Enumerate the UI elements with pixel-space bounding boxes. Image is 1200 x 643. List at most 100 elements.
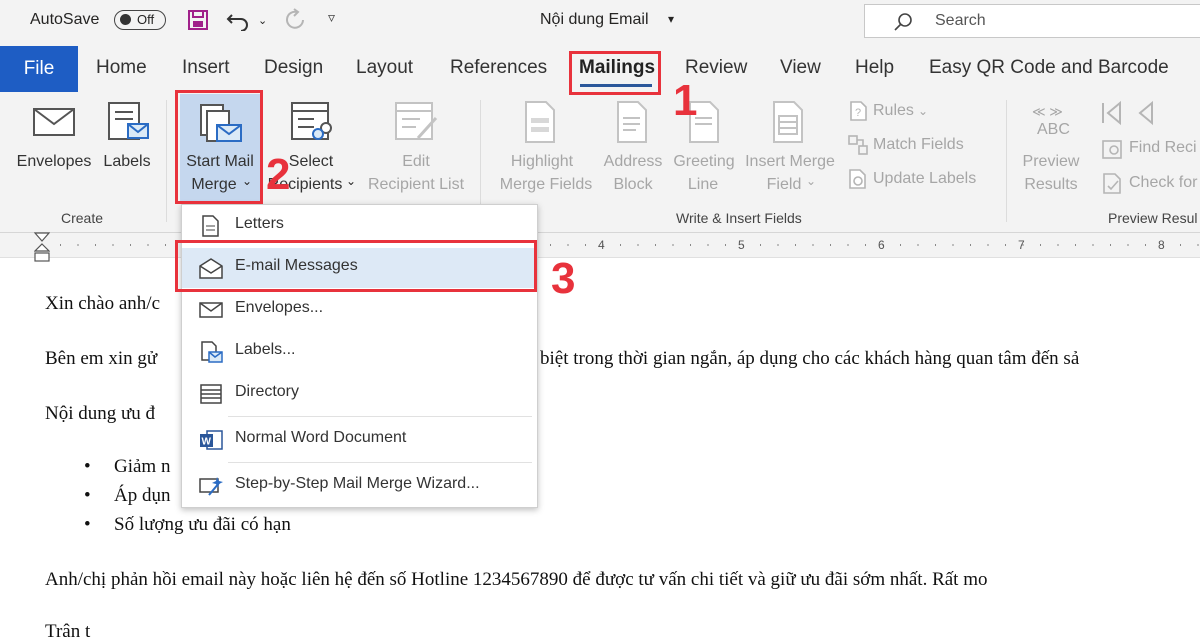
menu-item-mail-merge-wizard[interactable]: Step-by-Step Mail Merge Wizard... — [182, 466, 537, 506]
highlight-merge-fields-line2[interactable]: Merge Fields — [492, 173, 600, 196]
autosave-toggle[interactable]: Off — [114, 10, 166, 30]
rules-button[interactable]: Rules — [873, 102, 914, 120]
ruler-tick — [95, 244, 96, 246]
ruler-number: 8 — [1158, 238, 1165, 252]
edit-recipient-list-line1[interactable]: Edit — [376, 150, 456, 173]
ruler-number: 7 — [1018, 238, 1025, 252]
ruler-tick — [777, 244, 779, 246]
word-icon: W — [200, 430, 223, 450]
tab-design[interactable]: Design — [264, 57, 323, 79]
ruler-tick — [865, 244, 866, 246]
ruler-tick — [935, 244, 936, 246]
match-fields-button[interactable]: Match Fields — [873, 136, 964, 154]
bullet-item: Áp dụn — [114, 485, 171, 506]
tab-easy-qr[interactable]: Easy QR Code and Barcode — [929, 57, 1169, 79]
toggle-knob — [120, 14, 131, 25]
save-icon[interactable] — [187, 9, 209, 31]
envelopes-button[interactable]: Envelopes — [12, 150, 96, 173]
edit-recipient-list-line2[interactable]: Recipient List — [362, 173, 470, 196]
check-for-errors-button[interactable]: Check for — [1129, 174, 1197, 192]
ruler-tick — [1075, 244, 1076, 246]
ruler-tick — [130, 244, 131, 246]
greeting-line-line2[interactable]: Line — [680, 173, 726, 196]
customize-toolbar-icon[interactable]: ▿ — [328, 9, 335, 26]
tab-references[interactable]: References — [450, 57, 547, 79]
ruler-tick — [147, 244, 149, 246]
preview-results-group-label: Preview Resul — [1108, 210, 1198, 226]
insert-merge-field-line2[interactable]: Field — [764, 173, 804, 196]
svg-text:?: ? — [855, 107, 861, 119]
create-group-label: Create — [61, 210, 104, 226]
menu-item-label: Labels... — [235, 341, 296, 358]
find-recipient-button[interactable]: Find Reci — [1129, 139, 1197, 157]
document-line: Anh/chị phản hồi email này hoặc liên hệ … — [45, 569, 988, 590]
document-line: Bên em xin gử — [45, 348, 158, 369]
bullet-dot: • — [84, 514, 91, 535]
title-dropdown-icon[interactable]: ▾ — [668, 12, 674, 26]
greeting-line-line1[interactable]: Greeting — [666, 150, 742, 173]
menu-item-label: Step-by-Step Mail Merge Wizard... — [235, 475, 480, 492]
ruler-tick — [672, 244, 674, 246]
annotation-number-2: 2 — [266, 150, 291, 199]
address-block-line1[interactable]: Address — [598, 150, 668, 173]
ruler-number: 6 — [878, 238, 885, 252]
preview-results-line1[interactable]: Preview — [1014, 150, 1088, 173]
ruler-tick — [1092, 244, 1094, 246]
autosave-label: AutoSave — [30, 11, 100, 28]
tab-view[interactable]: View — [780, 57, 821, 79]
ruler-tick — [550, 244, 551, 246]
document-line: biệt trong thời gian ngắn, áp dụng cho c… — [540, 348, 1080, 369]
undo-icon[interactable] — [226, 9, 252, 31]
ruler-tick — [567, 244, 569, 246]
labels-icon — [201, 341, 223, 363]
preview-abc-label: ABC — [1037, 121, 1070, 138]
ruler-number: 5 — [738, 238, 745, 252]
document-line: Nội dung ưu đ — [45, 403, 156, 424]
tab-layout[interactable]: Layout — [356, 57, 413, 79]
ruler-tick — [1040, 244, 1041, 246]
menu-item-labels[interactable]: Labels... — [182, 332, 537, 372]
find-recipient-icon — [1102, 140, 1122, 159]
record-navigation-icon[interactable] — [1100, 100, 1160, 126]
select-recipients-icon — [291, 102, 332, 140]
ruler-tick — [707, 244, 709, 246]
ruler-tick — [165, 244, 166, 246]
wizard-icon — [199, 477, 223, 496]
search-box[interactable]: Search — [864, 4, 1200, 38]
ruler-number: 4 — [598, 238, 605, 252]
annotation-number-3: 3 — [551, 254, 576, 303]
highlight-merge-fields-line1[interactable]: Highlight — [496, 150, 588, 173]
svg-text:W: W — [202, 437, 212, 448]
update-labels-icon — [849, 169, 866, 189]
ruler-tick — [585, 244, 586, 246]
tab-file[interactable]: File — [0, 46, 78, 92]
ruler-tick — [987, 244, 989, 246]
undo-dropdown-icon[interactable]: ⌄ — [258, 14, 267, 27]
insert-merge-field-line1[interactable]: Insert Merge — [740, 150, 840, 173]
preview-results-line2[interactable]: Results — [1018, 173, 1084, 196]
check-for-errors-icon — [1103, 173, 1121, 194]
labels-icon — [108, 102, 149, 140]
rules-icon: ? — [850, 101, 867, 121]
tab-insert[interactable]: Insert — [182, 57, 230, 79]
bullet-dot: • — [84, 456, 91, 477]
menu-item-envelopes[interactable]: Envelopes... — [182, 290, 537, 330]
menu-item-normal-word-document[interactable]: W Normal Word Document — [182, 420, 537, 460]
redo-icon[interactable] — [283, 8, 307, 34]
edit-recipient-list-icon — [395, 102, 438, 140]
update-labels-button[interactable]: Update Labels — [873, 170, 976, 188]
menu-item-directory[interactable]: Directory — [182, 374, 537, 414]
ruler-tick — [637, 244, 639, 246]
menu-item-label: Normal Word Document — [235, 429, 407, 446]
chevron-down-icon: ⌄ — [346, 174, 357, 188]
search-placeholder: Search — [935, 12, 986, 29]
tab-help[interactable]: Help — [855, 57, 894, 79]
document-line: Trân t — [45, 621, 91, 642]
menu-item-label: Envelopes... — [235, 299, 324, 316]
address-block-line2[interactable]: Block — [604, 173, 662, 196]
indent-marker-icon[interactable] — [34, 232, 50, 266]
tab-home[interactable]: Home — [96, 57, 147, 79]
letter-icon — [202, 215, 219, 237]
labels-button[interactable]: Labels — [98, 150, 156, 173]
search-icon — [894, 13, 912, 31]
